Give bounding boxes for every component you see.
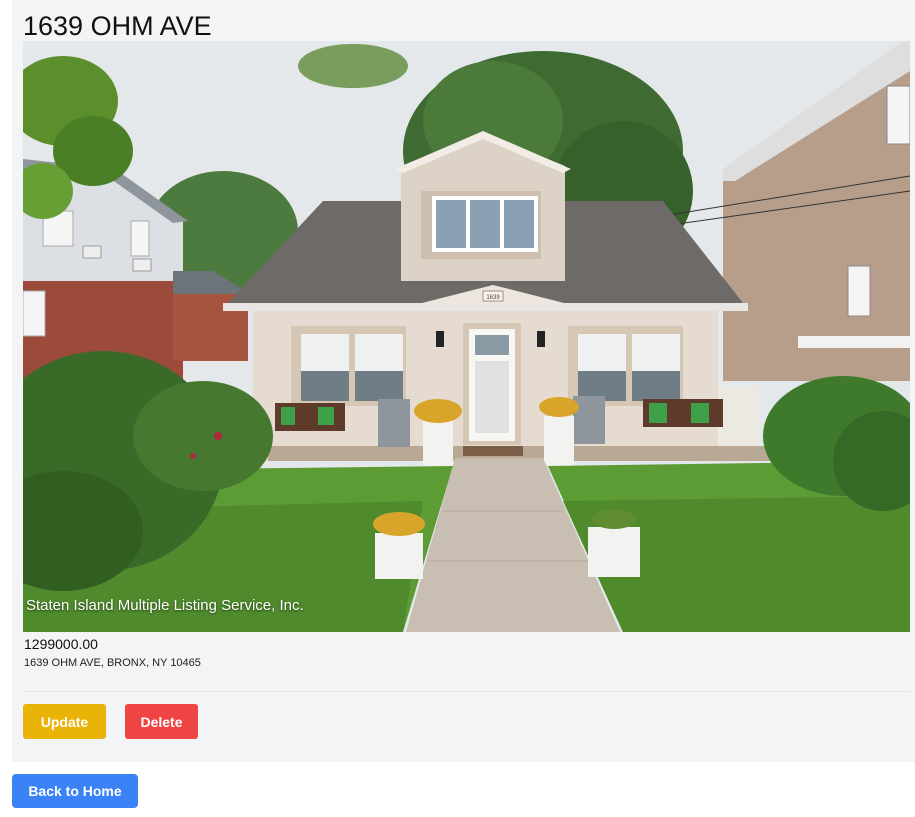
listing-photo: 1639 Staten Island Multiple Listing Serv…	[23, 41, 910, 632]
delete-button[interactable]: Delete	[125, 704, 198, 739]
listing-address: 1639 OHM AVE, BRONX, NY 10465	[24, 657, 201, 669]
listing-title: 1639 OHM AVE	[23, 11, 212, 41]
listing-card: 1639 OHM AVE 1639 Staten Island Multiple…	[12, 0, 915, 762]
photo-watermark: Staten Island Multiple Listing Service, …	[26, 597, 304, 614]
listing-price: 1299000.00	[24, 636, 98, 652]
house-number-plaque: 1639	[486, 295, 500, 301]
update-button[interactable]: Update	[23, 704, 106, 739]
divider	[23, 691, 910, 692]
back-to-home-button[interactable]: Back to Home	[12, 774, 138, 808]
